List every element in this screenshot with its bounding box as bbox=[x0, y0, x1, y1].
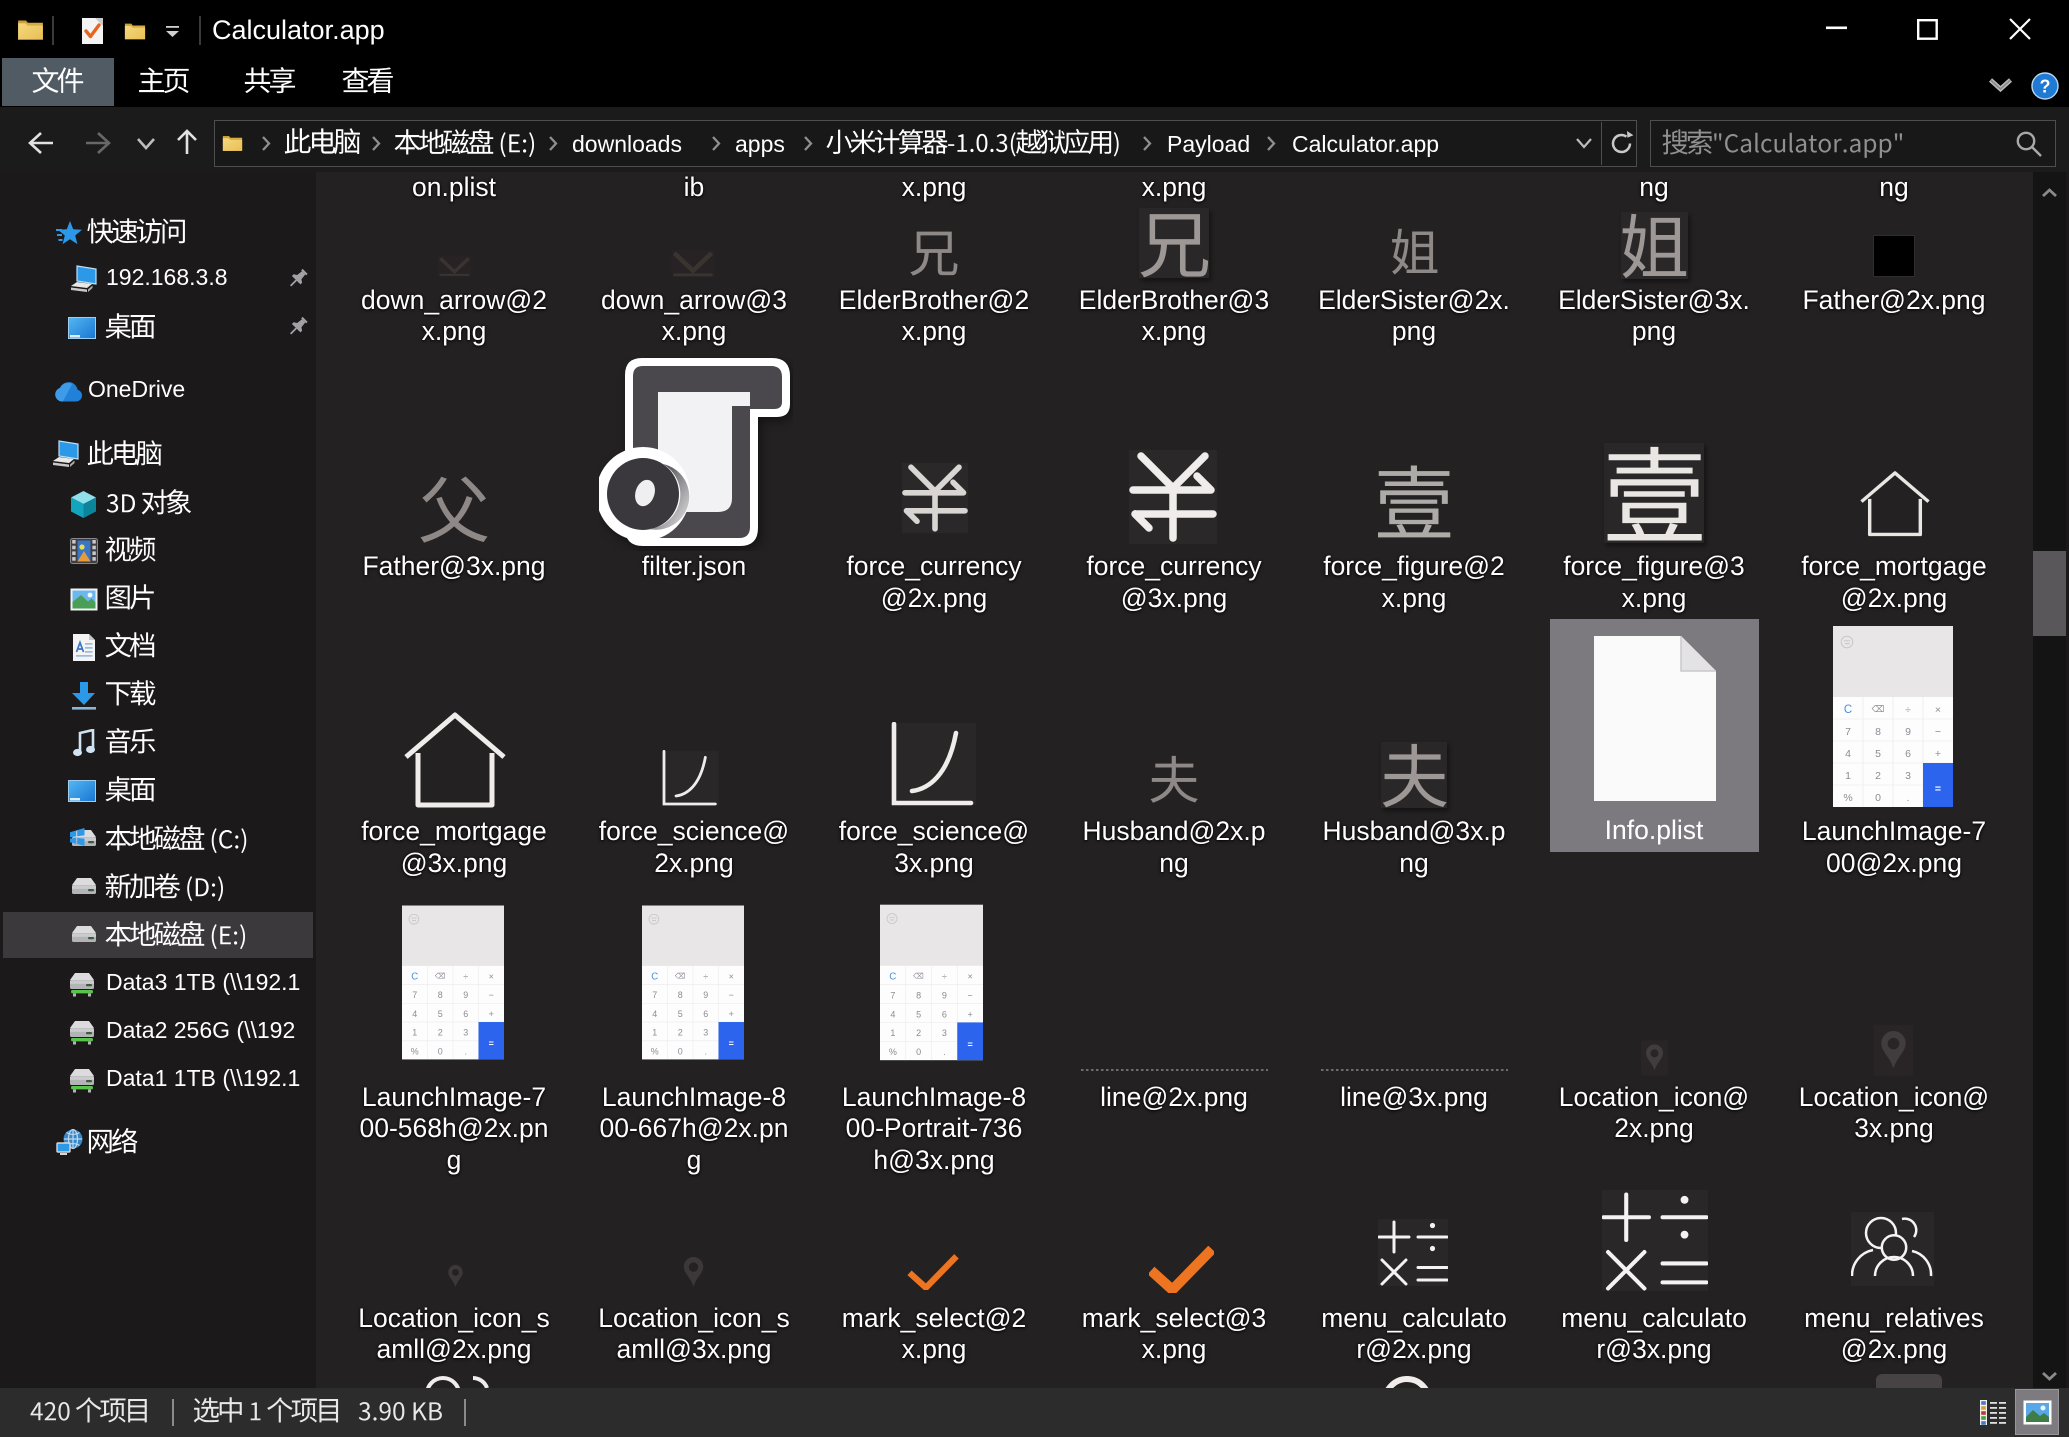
svg-text:4: 4 bbox=[652, 1009, 657, 1019]
svg-text:7: 7 bbox=[890, 990, 895, 1000]
svg-text:%: % bbox=[651, 1046, 659, 1056]
svg-text:9: 9 bbox=[463, 990, 468, 1000]
svg-text:+: + bbox=[967, 1009, 972, 1019]
svg-text:.: . bbox=[943, 1047, 946, 1057]
svg-text:7: 7 bbox=[652, 990, 657, 1000]
svg-text:6: 6 bbox=[703, 1009, 708, 1019]
svg-text:=: = bbox=[1935, 783, 1941, 795]
svg-text:⌫: ⌫ bbox=[675, 972, 686, 981]
svg-text:7: 7 bbox=[1845, 726, 1851, 738]
svg-text:1: 1 bbox=[652, 1028, 657, 1038]
svg-text:0: 0 bbox=[1875, 792, 1881, 804]
svg-text:×: × bbox=[967, 971, 972, 981]
svg-text:8: 8 bbox=[438, 990, 443, 1000]
svg-text:−: − bbox=[1935, 726, 1941, 738]
svg-text:6: 6 bbox=[463, 1009, 468, 1019]
svg-text:2: 2 bbox=[678, 1028, 683, 1038]
svg-text:8: 8 bbox=[678, 990, 683, 1000]
svg-text:+: + bbox=[489, 1009, 494, 1019]
svg-text:8: 8 bbox=[1875, 726, 1881, 738]
svg-text:C: C bbox=[889, 971, 896, 982]
svg-text:9: 9 bbox=[703, 990, 708, 1000]
svg-text:2: 2 bbox=[1875, 770, 1881, 782]
svg-text:5: 5 bbox=[1875, 748, 1881, 760]
svg-text:÷: ÷ bbox=[942, 971, 947, 981]
svg-text:7: 7 bbox=[412, 990, 417, 1000]
svg-text:%: % bbox=[889, 1047, 897, 1057]
svg-text:3: 3 bbox=[1905, 770, 1911, 782]
svg-text:+: + bbox=[1935, 748, 1941, 760]
svg-text:1: 1 bbox=[412, 1028, 417, 1038]
svg-text:6: 6 bbox=[1905, 748, 1911, 760]
svg-text:2: 2 bbox=[916, 1028, 921, 1038]
svg-text:÷: ÷ bbox=[463, 972, 468, 982]
svg-text:0: 0 bbox=[438, 1046, 443, 1056]
svg-text:+: + bbox=[729, 1009, 734, 1019]
svg-text:.: . bbox=[465, 1046, 467, 1056]
svg-text:×: × bbox=[1935, 704, 1941, 716]
svg-text:×: × bbox=[489, 972, 494, 982]
svg-text:4: 4 bbox=[1845, 748, 1851, 760]
svg-text:=: = bbox=[489, 1039, 494, 1049]
svg-text:5: 5 bbox=[678, 1009, 683, 1019]
svg-text:.: . bbox=[1907, 792, 1910, 804]
svg-text:C: C bbox=[411, 972, 418, 983]
svg-text:0: 0 bbox=[916, 1047, 921, 1057]
svg-text:−: − bbox=[729, 990, 734, 1000]
svg-text:%: % bbox=[411, 1046, 419, 1056]
svg-text:8: 8 bbox=[916, 990, 921, 1000]
svg-text:4: 4 bbox=[890, 1009, 895, 1019]
svg-text:÷: ÷ bbox=[703, 972, 708, 982]
svg-text:?: ? bbox=[2040, 77, 2051, 97]
svg-text:⌫: ⌫ bbox=[1872, 704, 1885, 714]
svg-text:4: 4 bbox=[412, 1009, 417, 1019]
svg-text:2: 2 bbox=[438, 1028, 443, 1038]
svg-text:.: . bbox=[705, 1046, 707, 1056]
svg-text:6: 6 bbox=[942, 1009, 947, 1019]
svg-text:3: 3 bbox=[463, 1028, 468, 1038]
svg-text:3: 3 bbox=[703, 1028, 708, 1038]
svg-text:=: = bbox=[967, 1039, 972, 1049]
svg-text:C: C bbox=[651, 972, 658, 983]
svg-text:5: 5 bbox=[438, 1009, 443, 1019]
svg-text:=: = bbox=[729, 1039, 734, 1049]
svg-text:−: − bbox=[489, 990, 494, 1000]
svg-text:−: − bbox=[967, 990, 972, 1000]
svg-text:÷: ÷ bbox=[1905, 704, 1911, 716]
svg-text:0: 0 bbox=[678, 1046, 683, 1056]
svg-text:1: 1 bbox=[890, 1028, 895, 1038]
svg-text:×: × bbox=[729, 972, 734, 982]
svg-text:3: 3 bbox=[942, 1028, 947, 1038]
svg-text:⌫: ⌫ bbox=[913, 972, 924, 981]
svg-text:5: 5 bbox=[916, 1009, 921, 1019]
svg-text:⌫: ⌫ bbox=[435, 972, 446, 981]
svg-text:C: C bbox=[1844, 704, 1852, 716]
svg-text:%: % bbox=[1843, 792, 1852, 804]
svg-text:9: 9 bbox=[1905, 726, 1911, 738]
svg-text:1: 1 bbox=[1845, 770, 1851, 782]
svg-text:9: 9 bbox=[942, 990, 947, 1000]
